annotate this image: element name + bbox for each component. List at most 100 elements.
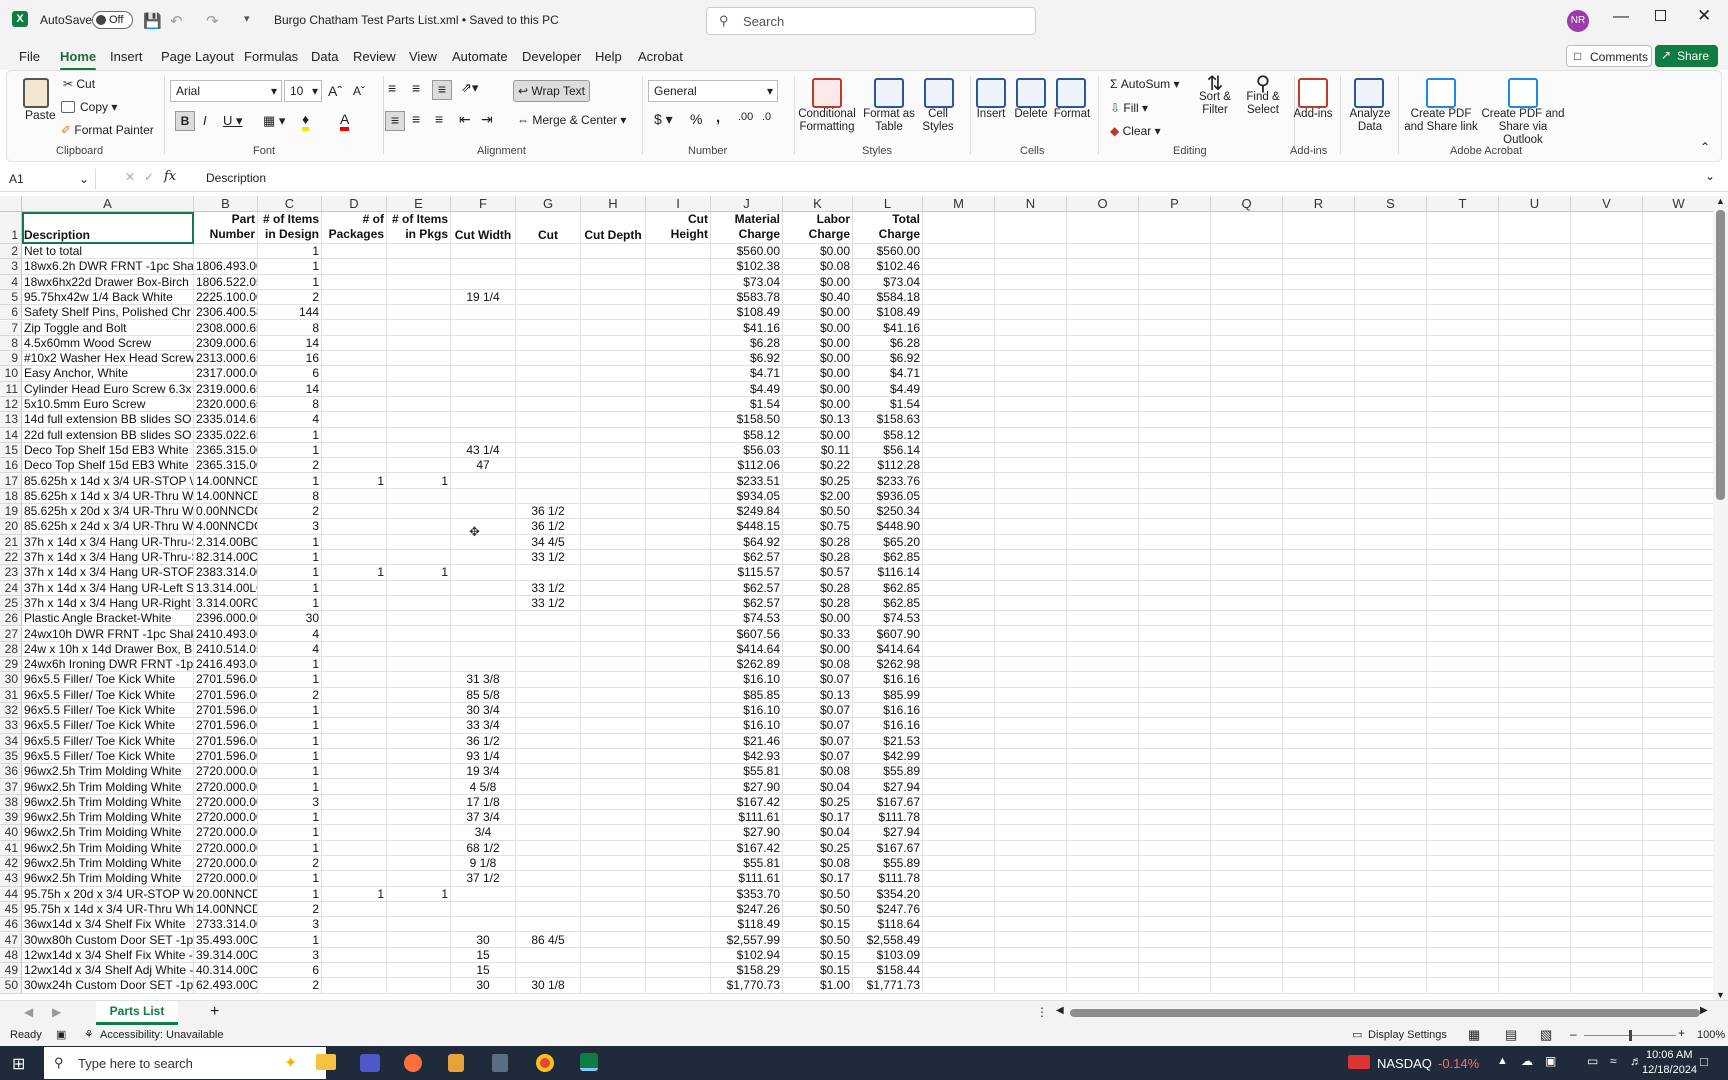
empty-cell[interactable]: [1499, 856, 1571, 872]
hscroll-right-icon[interactable]: ▶: [1700, 1005, 1708, 1016]
header-cell-c[interactable]: # of Items in Design: [258, 212, 322, 244]
cell-f[interactable]: [451, 611, 516, 627]
empty-cell[interactable]: [1139, 672, 1211, 688]
empty-cell[interactable]: [1283, 733, 1355, 749]
empty-cell[interactable]: [1139, 580, 1211, 596]
zoom-in-icon[interactable]: +: [1678, 1026, 1685, 1040]
empty-cell[interactable]: [923, 442, 995, 459]
cell-d[interactable]: [322, 641, 387, 658]
cell-a[interactable]: 12wx14d x 3/4 Shelf Fix White -: [22, 947, 194, 964]
row-header[interactable]: 25: [0, 595, 22, 612]
cell-a[interactable]: 37h x 14d x 3/4 Hang UR-STOP: [22, 565, 194, 581]
cell-h[interactable]: [581, 550, 646, 566]
cell-l[interactable]: $42.99: [853, 748, 923, 765]
empty-cell[interactable]: [1499, 611, 1571, 627]
empty-cell[interactable]: [1067, 580, 1139, 596]
cell-e[interactable]: [387, 259, 451, 275]
empty-cell[interactable]: [995, 366, 1067, 382]
empty-cell[interactable]: [1139, 963, 1211, 979]
empty-cell[interactable]: [995, 764, 1067, 780]
cell-i[interactable]: [646, 397, 711, 413]
cell-e[interactable]: [387, 504, 451, 520]
cell-g[interactable]: [516, 305, 581, 321]
column-header-j[interactable]: J: [711, 196, 783, 212]
cell-d[interactable]: [322, 978, 387, 994]
cell-j[interactable]: $560.00: [711, 244, 783, 260]
empty-cell[interactable]: [923, 901, 995, 918]
cell-a[interactable]: 95.75h x 14d x 3/4 UR-Thru Whi: [22, 901, 194, 918]
cell-a[interactable]: 37h x 14d x 3/4 Hang UR-Right: [22, 595, 194, 612]
cell-j[interactable]: $607.56: [711, 626, 783, 642]
empty-cell[interactable]: [995, 519, 1067, 535]
row-header[interactable]: 50: [0, 978, 22, 994]
cell-g[interactable]: [516, 963, 581, 979]
cell-e[interactable]: [387, 412, 451, 428]
cell-c[interactable]: 144: [258, 305, 322, 321]
align-middle-icon[interactable]: ≡: [412, 80, 420, 96]
cell-j[interactable]: $262.89: [711, 657, 783, 673]
empty-cell[interactable]: [1427, 442, 1499, 459]
empty-cell[interactable]: [1067, 886, 1139, 902]
empty-cell[interactable]: [1355, 381, 1427, 397]
empty-cell[interactable]: [923, 504, 995, 520]
row-header[interactable]: 3: [0, 259, 22, 275]
empty-cell[interactable]: [995, 779, 1067, 795]
empty-cell[interactable]: [1427, 320, 1499, 336]
empty-cell[interactable]: [995, 274, 1067, 290]
cell-b[interactable]: 2701.596.00: [194, 672, 258, 688]
cell-f[interactable]: 93 1/4: [451, 748, 516, 765]
cell-g[interactable]: [516, 840, 581, 856]
empty-cell[interactable]: [1211, 672, 1283, 688]
autosum-button[interactable]: Σ AutoSum ▾: [1110, 77, 1179, 91]
empty-cell[interactable]: [1067, 718, 1139, 734]
cell-k[interactable]: $0.04: [783, 825, 853, 841]
cell-e[interactable]: [387, 519, 451, 535]
empty-cell[interactable]: [1355, 504, 1427, 520]
empty-cell[interactable]: [1499, 289, 1571, 306]
empty-cell[interactable]: [1427, 810, 1499, 826]
column-header-v[interactable]: V: [1571, 196, 1643, 212]
header-cell-d[interactable]: # of Packages: [322, 212, 387, 244]
cell-i[interactable]: [646, 595, 711, 612]
cell-e[interactable]: [387, 458, 451, 474]
empty-cell[interactable]: [1355, 412, 1427, 428]
cell-f[interactable]: 19 3/4: [451, 764, 516, 780]
cell-d[interactable]: [322, 320, 387, 336]
cell-g[interactable]: [516, 886, 581, 902]
empty-cell[interactable]: [1643, 703, 1713, 718]
empty-cell[interactable]: [995, 458, 1067, 474]
cell-l[interactable]: $55.89: [853, 856, 923, 872]
empty-cell[interactable]: [1427, 305, 1499, 321]
empty-cell[interactable]: [1571, 335, 1643, 352]
italic-icon[interactable]: I: [203, 113, 207, 128]
empty-cell[interactable]: [1139, 764, 1211, 780]
cell-c[interactable]: 16: [258, 351, 322, 367]
empty-cell[interactable]: [1571, 963, 1643, 979]
empty-cell[interactable]: [1211, 351, 1283, 367]
excel-taskbar-icon[interactable]: [580, 1053, 598, 1071]
empty-cell[interactable]: [995, 947, 1067, 964]
empty-cell[interactable]: [1067, 534, 1139, 550]
empty-cell[interactable]: [1355, 320, 1427, 336]
empty-cell[interactable]: [1067, 733, 1139, 749]
cell-a[interactable]: 96wx2.5h Trim Molding White: [22, 825, 194, 841]
cell-c[interactable]: 1: [258, 657, 322, 673]
empty-cell[interactable]: [1643, 504, 1713, 519]
empty-cell[interactable]: [1571, 657, 1643, 673]
cell-j[interactable]: $4.49: [711, 381, 783, 397]
empty-cell[interactable]: [1067, 917, 1139, 933]
empty-cell[interactable]: [1283, 917, 1355, 933]
column-header-g[interactable]: G: [516, 196, 581, 212]
empty-cell[interactable]: [995, 932, 1067, 948]
empty-cell[interactable]: [1571, 764, 1643, 780]
cell-a[interactable]: 85.625h x 24d x 3/4 UR-Thru Wl: [22, 519, 194, 535]
empty-cell[interactable]: [1355, 534, 1427, 550]
cell-h[interactable]: [581, 519, 646, 535]
cell-k[interactable]: $0.28: [783, 580, 853, 596]
empty-cell[interactable]: [1643, 596, 1713, 611]
column-header-h[interactable]: H: [581, 196, 646, 212]
empty-cell[interactable]: [1283, 259, 1355, 275]
empty-cell[interactable]: [1355, 963, 1427, 979]
empty-cell[interactable]: [1283, 748, 1355, 765]
cell-e[interactable]: [387, 366, 451, 382]
